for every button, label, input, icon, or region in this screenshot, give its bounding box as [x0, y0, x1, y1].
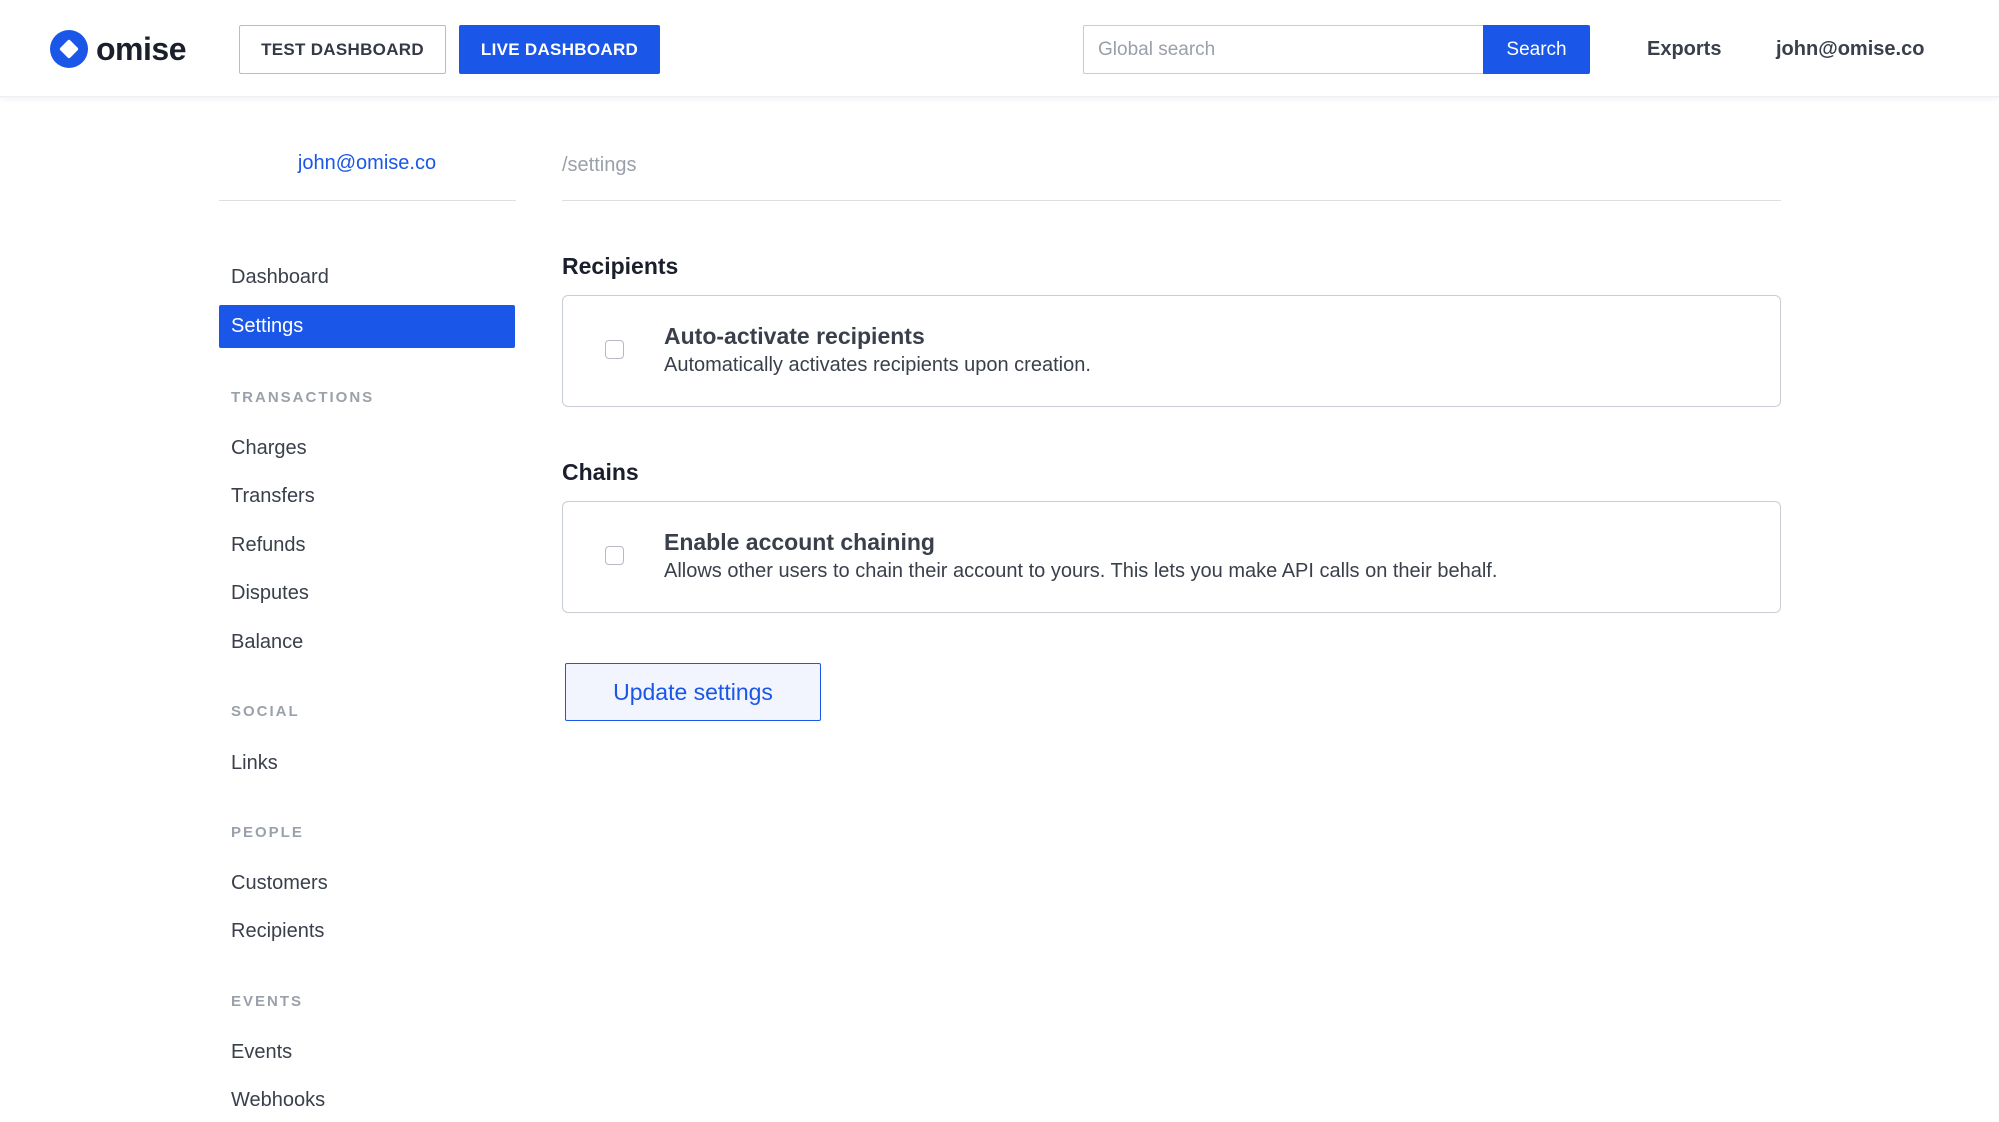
sidebar-section-social: SOCIAL — [231, 703, 300, 720]
sidebar-account-email[interactable]: john@omise.co — [219, 152, 515, 175]
auto-activate-recipients-card: Auto-activate recipients Automatically a… — [562, 295, 1781, 407]
sidebar-section-transactions: TRANSACTIONS — [231, 389, 375, 406]
top-navigation-bar: omise TEST DASHBOARD LIVE DASHBOARD Sear… — [0, 0, 1999, 97]
enable-account-chaining-card: Enable account chaining Allows other use… — [562, 501, 1781, 613]
user-menu[interactable]: john@omise.co — [1776, 38, 1924, 61]
sidebar-item-charges[interactable]: Charges — [219, 427, 515, 470]
exports-link[interactable]: Exports — [1647, 38, 1721, 61]
enable-account-chaining-title: Enable account chaining — [664, 529, 935, 555]
sidebar-item-refunds[interactable]: Refunds — [219, 524, 515, 567]
auto-activate-recipients-description: Automatically activates recipients upon … — [664, 354, 1091, 376]
sidebar-item-customers[interactable]: Customers — [219, 862, 515, 905]
omise-logo[interactable]: omise — [49, 28, 186, 70]
sidebar-item-links[interactable]: Links — [219, 742, 515, 785]
live-dashboard-button[interactable]: LIVE DASHBOARD — [459, 25, 660, 74]
enable-account-chaining-checkbox[interactable] — [605, 546, 624, 565]
test-dashboard-button[interactable]: TEST DASHBOARD — [239, 25, 446, 74]
search-button[interactable]: Search — [1483, 25, 1590, 74]
breadcrumb: /settings — [562, 154, 637, 176]
main-divider — [562, 200, 1781, 201]
sidebar-item-events[interactable]: Events — [219, 1031, 515, 1074]
update-settings-button[interactable]: Update settings — [565, 663, 821, 721]
auto-activate-recipients-checkbox[interactable] — [605, 340, 624, 359]
sidebar-divider — [219, 200, 516, 201]
sidebar-item-recipients[interactable]: Recipients — [219, 910, 515, 953]
logo-text: omise — [96, 30, 186, 67]
sidebar-section-events: EVENTS — [231, 993, 304, 1010]
chains-section-title: Chains — [562, 459, 639, 485]
auto-activate-recipients-title: Auto-activate recipients — [664, 323, 925, 349]
enable-account-chaining-description: Allows other users to chain their accoun… — [664, 560, 1498, 582]
sidebar-item-dashboard[interactable]: Dashboard — [219, 256, 515, 299]
omise-logo-icon — [50, 30, 88, 68]
global-search-input[interactable] — [1083, 25, 1484, 74]
recipients-section-title: Recipients — [562, 253, 679, 279]
sidebar-item-settings[interactable]: Settings — [219, 305, 515, 348]
sidebar-section-people: PEOPLE — [231, 824, 304, 841]
sidebar-item-balance[interactable]: Balance — [219, 621, 515, 664]
sidebar-item-webhooks[interactable]: Webhooks — [219, 1079, 515, 1122]
sidebar-item-disputes[interactable]: Disputes — [219, 572, 515, 615]
sidebar-item-transfers[interactable]: Transfers — [219, 475, 515, 518]
